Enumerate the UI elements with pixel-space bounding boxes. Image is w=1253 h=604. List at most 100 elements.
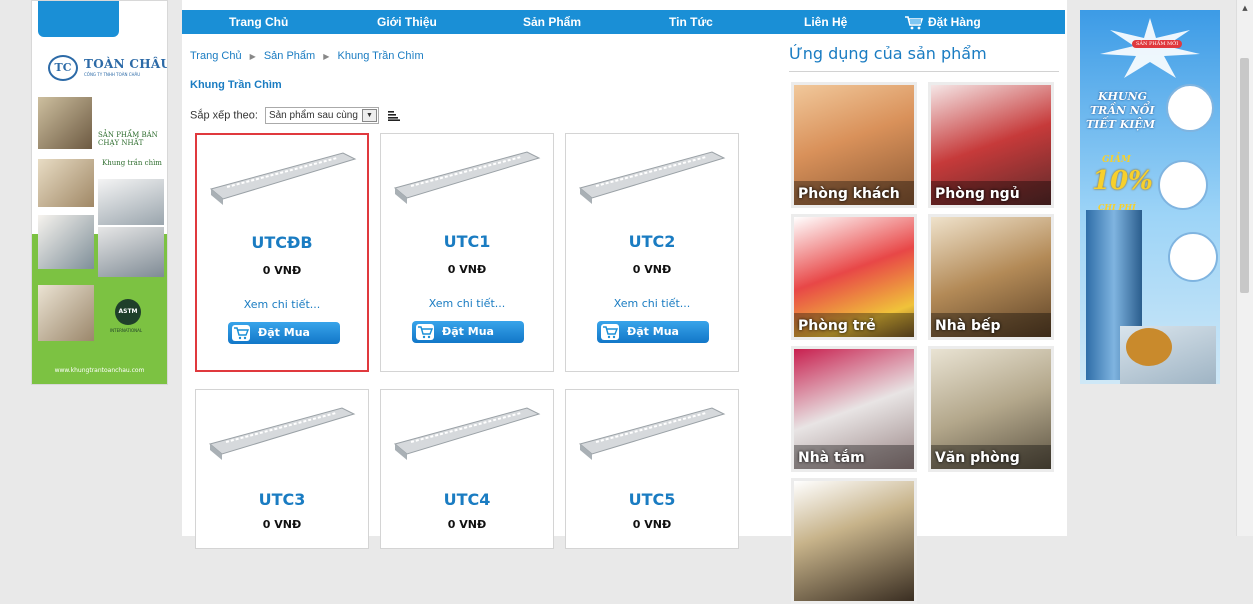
- nav-about[interactable]: Giới Thiệu: [377, 10, 437, 34]
- nav-order-label: Đặt Hàng: [928, 15, 981, 29]
- cart-icon: [601, 324, 619, 340]
- piggy-bank-icon: [1126, 328, 1172, 366]
- left-banner-topbar: [32, 1, 167, 39]
- product-name-tag: Khung trần chìm: [102, 159, 162, 167]
- buy-button-label: Đặt Mua: [442, 325, 494, 338]
- page-scrollbar[interactable]: ▲: [1236, 0, 1253, 536]
- banner-url: www.khungtrantoanchau.com: [54, 367, 145, 374]
- cart-icon: [232, 325, 250, 341]
- nav-products[interactable]: Sản Phẩm: [523, 10, 581, 34]
- product-card[interactable]: UTCĐB 0 VNĐ Xem chi tiết... Đặt Mua: [195, 133, 369, 372]
- right-advertisement-banner[interactable]: SẢN PHẨM MỚI KHUNG TRẦN NỔI TIẾT KIỆM GI…: [1080, 10, 1220, 384]
- product-name[interactable]: UTC2: [566, 232, 738, 251]
- interior-photo: [38, 285, 94, 341]
- main-navigation: Trang Chủ Giới Thiệu Sản Phẩm Tin Tức Li…: [182, 10, 1065, 34]
- ceiling-frame-image: [393, 407, 541, 460]
- room-tile-bedroom[interactable]: Phòng ngủ: [928, 82, 1054, 208]
- room-label: Nhà tắm: [798, 450, 865, 466]
- left-advertisement-banner[interactable]: TC TOÀN CHÂU CÔNG TY TNHH TOÀN CHÂU SẢN …: [31, 0, 168, 385]
- new-product-badge: SẢN PHẨM MỚI: [1132, 40, 1183, 48]
- sort-bar: Sắp xếp theo: Sản phẩm sau cùng ▼: [190, 107, 400, 124]
- heading-divider: [789, 71, 1059, 72]
- view-details-link[interactable]: Xem chi tiết...: [381, 297, 553, 310]
- frame-product-circle-icon: [1158, 160, 1208, 210]
- ceiling-frame-photo: [98, 227, 164, 277]
- room-label: Phòng khách: [798, 186, 900, 202]
- breadcrumb-current: Khung Trần Chìm: [337, 50, 424, 62]
- room-label: Nhà bếp: [935, 318, 1001, 334]
- interior-photo: [38, 215, 94, 269]
- starburst-decoration-icon: [1100, 18, 1200, 78]
- buy-button[interactable]: Đặt Mua: [228, 322, 340, 344]
- cart-icon: [416, 324, 434, 340]
- product-price: 0 VNĐ: [262, 518, 302, 531]
- ceiling-frame-image: [578, 151, 726, 204]
- room-tile-bathroom[interactable]: Nhà tắm: [791, 346, 917, 472]
- product-name[interactable]: UTCĐB: [197, 233, 367, 252]
- frame-product-circle-icon: [1168, 232, 1218, 282]
- interior-photo: [38, 159, 94, 207]
- discount-prefix: GIẢM: [1102, 155, 1131, 165]
- product-name[interactable]: UTC1: [381, 232, 553, 251]
- product-price: 0 VNĐ: [447, 263, 487, 276]
- applications-heading: Ứng dụng của sản phẩm: [789, 44, 987, 63]
- nav-news[interactable]: Tin Tức: [669, 10, 713, 34]
- product-name[interactable]: UTC5: [566, 490, 738, 509]
- breadcrumb-products[interactable]: Sản Phẩm: [264, 50, 315, 62]
- room-tile-office[interactable]: Văn phòng: [928, 346, 1054, 472]
- room-label: Văn phòng: [935, 450, 1020, 466]
- product-card[interactable]: UTC3 0 VNĐ: [195, 389, 369, 549]
- room-tile-kids-room[interactable]: Phòng trẻ: [791, 214, 917, 340]
- product-card[interactable]: UTC2 0 VNĐ Xem chi tiết... Đặt Mua: [565, 133, 739, 372]
- breadcrumb-separator-icon: ▶: [323, 52, 330, 61]
- shopping-cart-icon: [905, 16, 924, 30]
- sort-selected-value: Sản phẩm sau cùng: [268, 110, 358, 121]
- scroll-thumb[interactable]: [1240, 58, 1249, 293]
- category-title: Khung Trần Chìm: [190, 79, 282, 91]
- nav-contact[interactable]: Liên Hệ: [804, 10, 847, 34]
- brand-subtitle: CÔNG TY TNHH TOÀN CHÂU: [84, 72, 141, 77]
- certification-seal-icon: ASTM: [115, 299, 141, 325]
- product-card[interactable]: UTC1 0 VNĐ Xem chi tiết... Đặt Mua: [380, 133, 554, 372]
- headline-line: TRẦN NỔI: [1090, 104, 1155, 117]
- buy-button[interactable]: Đặt Mua: [412, 321, 524, 343]
- product-card[interactable]: UTC4 0 VNĐ: [380, 389, 554, 549]
- buy-button[interactable]: Đặt Mua: [597, 321, 709, 343]
- frame-product-circle-icon: [1166, 84, 1214, 132]
- nav-home[interactable]: Trang Chủ: [229, 10, 288, 34]
- discount-value: 10%: [1092, 166, 1153, 196]
- ceiling-frame-image: [209, 152, 357, 205]
- breadcrumb: Trang Chủ ▶ Sản Phẩm ▶ Khung Trần Chìm: [190, 50, 424, 62]
- headline-line: KHUNG: [1098, 90, 1147, 103]
- view-details-link[interactable]: Xem chi tiết...: [197, 298, 367, 311]
- ceiling-frame-image: [208, 407, 356, 460]
- product-name[interactable]: UTC4: [381, 490, 553, 509]
- certification-label: INTERNATIONAL: [110, 328, 143, 333]
- buy-button-label: Đặt Mua: [258, 326, 310, 339]
- sort-dropdown[interactable]: Sản phẩm sau cùng ▼: [264, 107, 379, 124]
- ceiling-frame-image: [578, 407, 726, 460]
- breadcrumb-home[interactable]: Trang Chủ: [190, 50, 242, 62]
- room-tile-living-room[interactable]: Phòng khách: [791, 82, 917, 208]
- product-card[interactable]: UTC5 0 VNĐ: [565, 389, 739, 549]
- product-price: 0 VNĐ: [262, 264, 302, 277]
- brand-name: TOÀN CHÂU: [84, 57, 168, 71]
- banner-headline: KHUNG TRẦN NỔI TIẾT KIỆM: [1086, 90, 1155, 132]
- room-tile-extra[interactable]: [791, 478, 917, 604]
- breadcrumb-separator-icon: ▶: [249, 52, 256, 61]
- sort-order-icon[interactable]: [387, 110, 400, 121]
- ceiling-frame-image: [393, 151, 541, 204]
- room-label: Phòng trẻ: [798, 318, 876, 334]
- dropdown-arrow-icon: ▼: [361, 109, 377, 122]
- product-price: 0 VNĐ: [447, 518, 487, 531]
- product-name[interactable]: UTC3: [196, 490, 368, 509]
- room-tile-kitchen[interactable]: Nhà bếp: [928, 214, 1054, 340]
- view-details-link[interactable]: Xem chi tiết...: [566, 297, 738, 310]
- main-content: Trang Chủ Giới Thiệu Sản Phẩm Tin Tức Li…: [182, 0, 1067, 604]
- headline-line: TIẾT KIỆM: [1086, 118, 1155, 131]
- bestseller-tag: SẢN PHẨM BÁN CHẠY NHẤT: [98, 131, 158, 147]
- scroll-up-arrow-icon[interactable]: ▲: [1237, 0, 1253, 16]
- nav-order[interactable]: Đặt Hàng: [904, 10, 981, 34]
- buy-button-label: Đặt Mua: [627, 325, 679, 338]
- interior-photo: [38, 97, 92, 149]
